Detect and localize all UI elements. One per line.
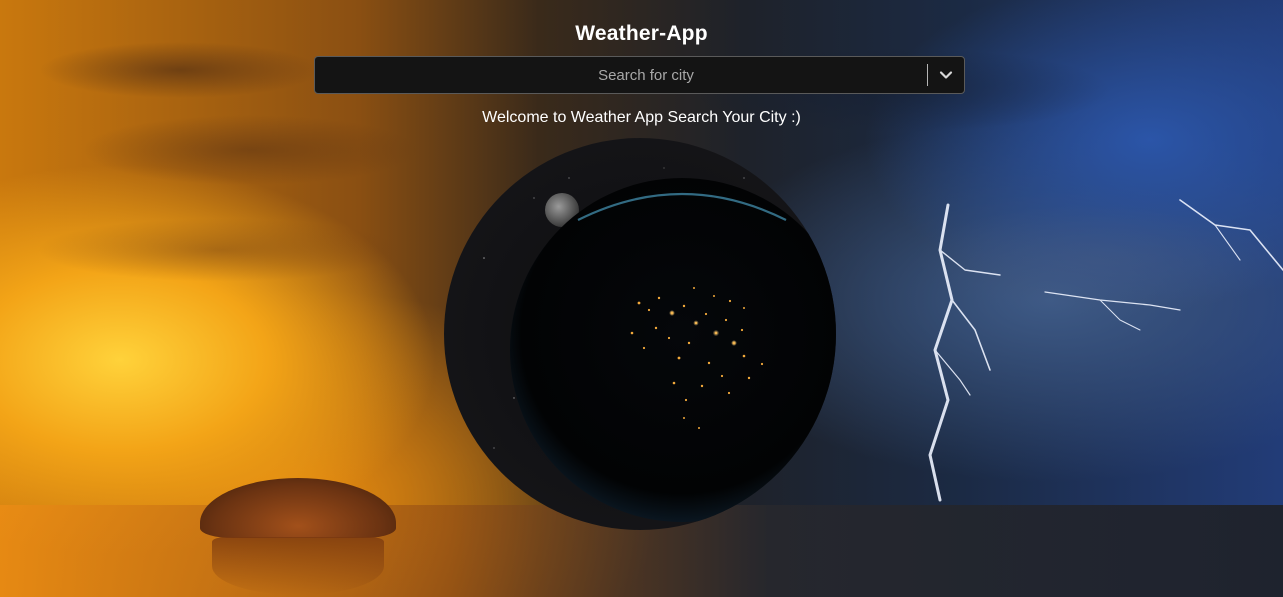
earth-at-night-icon [483,167,836,522]
globe-image [444,138,836,530]
app-root: Weather-App Welcome to Weather App Searc… [0,0,1283,597]
app-title: Weather-App [575,22,708,45]
welcome-message: Welcome to Weather App Search Your City … [482,109,801,126]
city-search-select[interactable] [314,56,965,94]
chevron-down-icon [939,71,953,79]
dropdown-toggle[interactable] [928,57,964,93]
city-search-input[interactable] [315,57,927,93]
island-reflection [212,537,384,595]
